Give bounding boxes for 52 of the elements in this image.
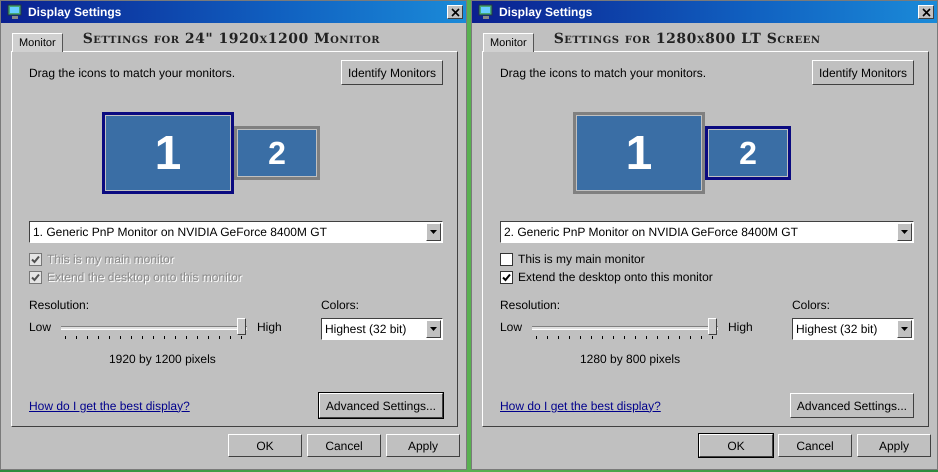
high-label: High (728, 320, 753, 334)
resolution-label: Resolution: (29, 298, 90, 312)
close-icon (450, 8, 460, 16)
monitor-dropdown[interactable]: 2. Generic PnP Monitor on NVIDIA GeForce 8400M GT (500, 221, 914, 243)
monitor-tile[interactable]: 1 (573, 112, 705, 194)
monitor-dropdown[interactable]: 1. Generic PnP Monitor on NVIDIA GeForce 8400M GT (29, 221, 443, 243)
colors-dropdown[interactable]: Highest (32 bit) (321, 318, 443, 340)
monitor-tab[interactable]: Monitor (483, 33, 534, 52)
low-label: Low (500, 320, 522, 334)
help-link[interactable]: How do I get the best display? (29, 398, 190, 412)
advanced-settings-button[interactable]: Advanced Settings... (318, 393, 443, 418)
checkbox-option[interactable]: This is my main monitor (500, 252, 914, 266)
help-link[interactable]: How do I get the best display? (500, 398, 661, 412)
colors-dropdown[interactable]: Highest (32 bit) (792, 318, 914, 340)
slider-thumb[interactable] (708, 318, 718, 335)
dialog-button[interactable]: Apply (857, 434, 931, 457)
checkbox[interactable] (500, 252, 513, 266)
settings-heading: Settings for 24" 1920x1200 Monitor (82, 31, 380, 49)
dialog-button[interactable]: Cancel (307, 434, 381, 457)
identify-monitors-button[interactable]: Identify Monitors (812, 60, 914, 85)
dialog-button[interactable]: Cancel (778, 434, 852, 457)
window-title: Display Settings (499, 5, 594, 19)
colors-label: Colors: (321, 298, 360, 312)
monitor-tile[interactable]: 1 (102, 112, 234, 194)
dialog-button[interactable]: Apply (386, 434, 460, 457)
identify-monitors-button[interactable]: Identify Monitors (340, 60, 443, 85)
instruction-text: Drag the icons to match your monitors. (29, 66, 236, 80)
low-label: Low (29, 320, 52, 334)
close-icon (922, 8, 930, 16)
resolution-reading: 1280 by 800 pixels (580, 352, 682, 366)
monitor-tile[interactable]: 2 (234, 126, 320, 180)
checkbox[interactable] (500, 270, 513, 284)
dialog-button[interactable]: OK (228, 434, 302, 457)
display-icon (478, 4, 494, 20)
close-button[interactable] (447, 5, 463, 19)
colors-label: Colors: (792, 298, 832, 312)
display-icon (7, 4, 23, 20)
instruction-text: Drag the icons to match your monitors. (500, 66, 706, 80)
resolution-slider[interactable] (532, 320, 718, 342)
close-button[interactable] (918, 5, 934, 19)
window-title: Display Settings (28, 5, 122, 19)
dialog-button[interactable]: OK (699, 434, 773, 457)
high-label: High (257, 320, 282, 334)
settings-heading: Settings for 1280x800 LT Screen (554, 31, 820, 49)
monitor-tab[interactable]: Monitor (12, 33, 63, 52)
resolution-slider[interactable] (61, 320, 248, 342)
checkbox-option[interactable]: Extend the desktop onto this monitor (500, 270, 914, 284)
resolution-reading: 1920 by 1200 pixels (109, 352, 217, 366)
advanced-settings-button[interactable]: Advanced Settings... (790, 393, 914, 418)
slider-thumb[interactable] (237, 318, 246, 335)
monitor-tile[interactable]: 2 (705, 126, 791, 180)
resolution-label: Resolution: (500, 298, 562, 312)
